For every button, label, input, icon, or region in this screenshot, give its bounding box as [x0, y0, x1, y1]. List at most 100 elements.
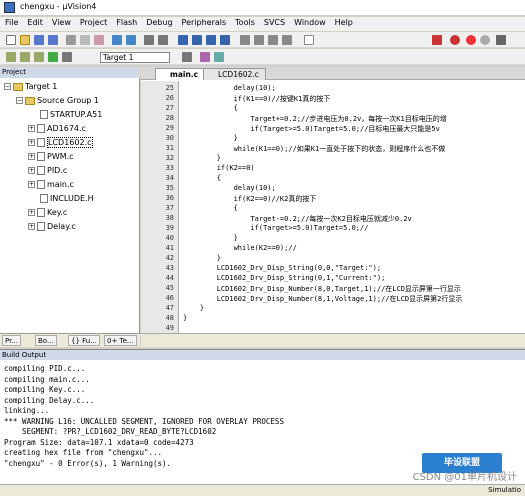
- code-line[interactable]: delay(10);: [183, 84, 276, 92]
- rebuild-icon[interactable]: [34, 52, 44, 62]
- code-line[interactable]: }: [183, 234, 238, 242]
- horizontal-scrollbar[interactable]: [141, 333, 525, 347]
- menu-edit[interactable]: Edit: [23, 17, 47, 28]
- breakpoint-icon[interactable]: [466, 35, 476, 45]
- save-icon[interactable]: [34, 35, 44, 45]
- tree-file[interactable]: + PWM.c: [28, 152, 74, 161]
- menu-view[interactable]: View: [48, 17, 75, 28]
- new-file-icon[interactable]: [6, 35, 16, 45]
- tab-functions[interactable]: {} Fu...: [68, 335, 100, 346]
- expand-icon[interactable]: +: [28, 181, 35, 188]
- code-line[interactable]: LCD1602_Drv_Disp_Number(8,1,Voltage,1);/…: [183, 294, 463, 304]
- code-line[interactable]: LCD1602_Drv_Disp_Number(8,0,Target,1);//…: [183, 284, 461, 294]
- tree-group[interactable]: − Source Group 1: [16, 96, 99, 105]
- tree-file[interactable]: + main.c: [28, 180, 74, 189]
- copy-icon[interactable]: [80, 35, 90, 45]
- uncomment-icon[interactable]: [282, 35, 292, 45]
- bookmark-clear-icon[interactable]: [220, 35, 230, 45]
- config-icon[interactable]: [496, 35, 506, 45]
- bookmark-next-icon[interactable]: [206, 35, 216, 45]
- menu-svcs[interactable]: SVCS: [260, 17, 289, 28]
- build-icon[interactable]: [20, 52, 30, 62]
- tree-file[interactable]: STARTUP.A51: [40, 110, 102, 119]
- code-line[interactable]: }: [183, 154, 221, 162]
- code-line[interactable]: }: [183, 304, 204, 312]
- code-line[interactable]: if(K1==0)//按键K1真的按下: [183, 94, 331, 104]
- expand-icon[interactable]: +: [28, 223, 35, 230]
- expand-icon[interactable]: +: [28, 153, 35, 160]
- toolbar-main: [0, 32, 525, 48]
- expand-icon[interactable]: +: [28, 139, 35, 146]
- code-line[interactable]: LCD1602_Drv_Disp_String(0,0,"Target:");: [183, 264, 381, 272]
- bookmark-icon[interactable]: [178, 35, 188, 45]
- tab-project[interactable]: Pr...: [2, 335, 22, 346]
- paste-icon[interactable]: [94, 35, 104, 45]
- code-line[interactable]: {: [183, 174, 221, 182]
- tree-file[interactable]: + Key.c: [28, 208, 67, 217]
- target-options-icon[interactable]: [182, 52, 192, 62]
- code-line[interactable]: }: [183, 134, 238, 142]
- books-icon[interactable]: [214, 52, 224, 62]
- line-number: 44: [165, 274, 174, 282]
- target-select[interactable]: Target 1: [100, 52, 170, 63]
- save-all-icon[interactable]: [48, 35, 58, 45]
- breakpoint-toggle-icon[interactable]: [480, 35, 490, 45]
- tree-file[interactable]: INCLUDE.H: [40, 194, 94, 203]
- translate-icon[interactable]: [6, 52, 16, 62]
- menu-flash[interactable]: Flash: [112, 17, 141, 28]
- unindent-icon[interactable]: [254, 35, 264, 45]
- tab-books[interactable]: Bo...: [35, 335, 57, 346]
- stop-build-icon[interactable]: [62, 52, 72, 62]
- undo-icon[interactable]: [112, 35, 122, 45]
- menu-help[interactable]: Help: [331, 17, 357, 28]
- menu-tools[interactable]: Tools: [231, 17, 259, 28]
- code-line[interactable]: while(K1==0);//如果K1一直处于按下的状态，则程序什么也不做: [183, 144, 446, 154]
- menu-project[interactable]: Project: [76, 17, 111, 28]
- navigate-back-icon[interactable]: [144, 35, 154, 45]
- menu-peripherals[interactable]: Peripherals: [178, 17, 231, 28]
- open-icon[interactable]: [20, 35, 30, 45]
- debug-start-icon[interactable]: [450, 35, 460, 45]
- cut-icon[interactable]: [66, 35, 76, 45]
- code-line[interactable]: }: [183, 254, 221, 262]
- code-line[interactable]: if(K2==0): [183, 164, 255, 172]
- build-line: "chengxu" - 0 Error(s), 1 Warning(s).: [4, 458, 172, 468]
- collapse-icon[interactable]: −: [4, 83, 11, 90]
- watermark-text: CSDN @01单片机设计: [412, 472, 517, 483]
- menu-file[interactable]: File: [1, 17, 22, 28]
- code-line[interactable]: if(Target>=5.0)Target=5.0;//: [183, 224, 368, 232]
- tree-file[interactable]: + Delay.c: [28, 222, 76, 231]
- tab-lcd1602-c[interactable]: LCD1602.c: [203, 68, 266, 80]
- indent-icon[interactable]: [240, 35, 250, 45]
- tree-file[interactable]: + PID.c: [28, 166, 67, 175]
- expand-icon[interactable]: +: [28, 167, 35, 174]
- code-line[interactable]: if(Target>=5.0)Target=5.0;//目标电压最大只能是5v: [183, 124, 439, 134]
- tab-templates[interactable]: 0+ Te...: [104, 335, 137, 346]
- redo-icon[interactable]: [126, 35, 136, 45]
- code-line[interactable]: LCD1602_Drv_Disp_String(0,1,"Current:");: [183, 274, 386, 282]
- code-line[interactable]: while(K2==0);//: [183, 244, 297, 252]
- collapse-icon[interactable]: −: [16, 97, 23, 104]
- menu-window[interactable]: Window: [290, 17, 330, 28]
- bookmark-prev-icon[interactable]: [192, 35, 202, 45]
- expand-icon[interactable]: +: [28, 209, 35, 216]
- expand-icon[interactable]: +: [28, 125, 35, 132]
- code-line[interactable]: Target-=0.2;//每按一次K2目标电压就减少0.2v: [183, 214, 411, 224]
- tree-target[interactable]: − Target 1: [4, 82, 57, 91]
- tab-main-c[interactable]: main.c: [155, 68, 206, 80]
- find-combo[interactable]: [304, 35, 314, 45]
- find-icon[interactable]: [432, 35, 442, 45]
- code-line[interactable]: if(K2==0)//K2真的按下: [183, 194, 317, 204]
- code-line[interactable]: Target+=0.2;//步进电压为0.2v，每按一次K1目标电压的增: [183, 114, 446, 124]
- tree-file[interactable]: + AD1674.c: [28, 124, 86, 133]
- navigate-forward-icon[interactable]: [158, 35, 168, 45]
- menu-debug[interactable]: Debug: [142, 17, 176, 28]
- tree-file[interactable]: + LCD1602.c: [28, 137, 93, 148]
- code-line[interactable]: }: [183, 314, 187, 322]
- code-line[interactable]: {: [183, 104, 238, 112]
- code-line[interactable]: {: [183, 204, 238, 212]
- manage-components-icon[interactable]: [200, 52, 210, 62]
- code-line[interactable]: delay(10);: [183, 184, 276, 192]
- comment-icon[interactable]: [268, 35, 278, 45]
- download-icon[interactable]: [48, 52, 58, 62]
